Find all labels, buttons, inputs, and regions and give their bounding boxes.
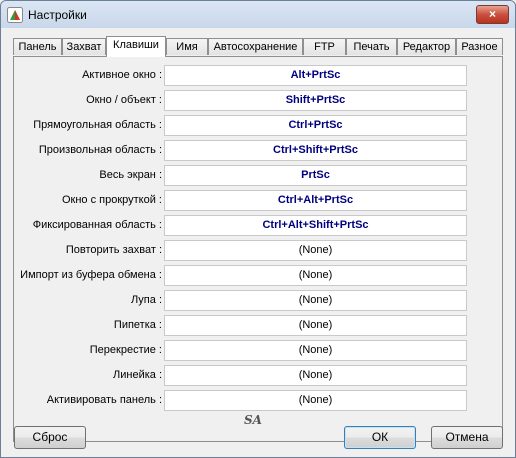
hotkey-label: Лупа : <box>130 294 162 306</box>
hotkey-label: Активное окно : <box>82 69 162 81</box>
tab-capture[interactable]: Захват <box>62 38 106 55</box>
hotkey-field[interactable]: (None) <box>164 240 467 261</box>
title-bar[interactable]: Настройки × <box>1 1 515 28</box>
hotkey-field[interactable]: Ctrl+Alt+PrtSc <box>164 190 467 211</box>
tab-autosave[interactable]: Автосохранение <box>208 38 303 55</box>
tab-label: Автосохранение <box>213 41 298 53</box>
hotkey-row: Активировать панель : (None) <box>14 389 502 412</box>
tab-label: FTP <box>314 41 335 53</box>
hotkey-row: Окно / объект : Shift+PrtSc <box>14 89 502 112</box>
hotkey-label: Весь экран : <box>99 169 162 181</box>
window-title: Настройки <box>28 8 87 22</box>
hotkey-field[interactable]: Ctrl+Shift+PrtSc <box>164 140 467 161</box>
tab-label: Клавиши <box>113 39 159 51</box>
dialog-body: Панель Захват Клавиши Имя Автосохранение… <box>8 29 508 451</box>
hotkey-row: Пипетка : (None) <box>14 314 502 337</box>
tab-print[interactable]: Печать <box>346 38 397 55</box>
hotkey-label: Окно / объект : <box>86 94 162 106</box>
hotkey-field[interactable]: (None) <box>164 290 467 311</box>
hotkey-row: Лупа : (None) <box>14 289 502 312</box>
hotkey-row: Активное окно : Alt+PrtSc <box>14 64 502 87</box>
tab-label: Панель <box>18 41 57 53</box>
footer-logo: SA <box>244 413 262 427</box>
cancel-button[interactable]: Отмена <box>431 426 503 449</box>
tab-editor[interactable]: Редактор <box>397 38 456 55</box>
close-button[interactable]: × <box>476 5 509 24</box>
hotkey-row: Окно с прокруткой : Ctrl+Alt+PrtSc <box>14 189 502 212</box>
hotkey-label: Повторить захват : <box>65 244 162 256</box>
hotkey-label: Фиксированная область : <box>32 219 162 231</box>
hotkey-field[interactable]: (None) <box>164 315 467 336</box>
hotkey-label: Произвольная область : <box>38 144 162 156</box>
hotkey-row: Фиксированная область : Ctrl+Alt+Shift+P… <box>14 214 502 237</box>
hotkey-field[interactable]: (None) <box>164 265 467 286</box>
app-icon <box>7 7 23 23</box>
tab-label: Имя <box>176 41 198 53</box>
hotkey-label: Окно с прокруткой : <box>61 194 162 206</box>
hotkey-label: Активировать панель : <box>46 394 162 406</box>
hotkey-field[interactable]: Ctrl+PrtSc <box>164 115 467 136</box>
tab-misc[interactable]: Разное <box>456 38 503 55</box>
reset-button[interactable]: Сброс <box>14 426 86 449</box>
hotkey-field[interactable]: Alt+PrtSc <box>164 65 467 86</box>
tab-ftp[interactable]: FTP <box>303 38 346 55</box>
hotkey-field[interactable]: (None) <box>164 390 467 411</box>
close-icon: × <box>488 7 496 21</box>
tab-label: Разное <box>461 41 498 53</box>
hotkey-row: Произвольная область : Ctrl+Shift+PrtSc <box>14 139 502 162</box>
hotkey-field[interactable]: (None) <box>164 340 467 361</box>
hotkey-field[interactable]: Ctrl+Alt+Shift+PrtSc <box>164 215 467 236</box>
tab-panel[interactable]: Панель <box>13 38 62 55</box>
hotkey-label: Пипетка : <box>113 319 162 331</box>
hotkey-row: Импорт из буфера обмена : (None) <box>14 264 502 287</box>
hotkey-label: Прямоугольная область : <box>33 119 162 131</box>
hotkey-row: Линейка : (None) <box>14 364 502 387</box>
hotkey-row: Прямоугольная область : Ctrl+PrtSc <box>14 114 502 137</box>
tab-label: Редактор <box>402 41 451 53</box>
tab-label: Печать <box>353 41 390 53</box>
ok-button[interactable]: ОК <box>344 426 416 449</box>
tab-name[interactable]: Имя <box>166 38 208 55</box>
hotkey-label: Импорт из буфера обмена : <box>20 269 162 281</box>
hotkey-field[interactable]: Shift+PrtSc <box>164 90 467 111</box>
hotkey-row: Перекрестие : (None) <box>14 339 502 362</box>
hotkey-label: Перекрестие : <box>89 344 162 356</box>
hotkeys-panel: Активное окно : Alt+PrtSc Окно / объект … <box>13 56 503 442</box>
hotkey-label: Линейка : <box>113 369 162 381</box>
settings-dialog: Настройки × Панель Захват Клавиши Имя Ав… <box>0 0 516 458</box>
hotkey-row: Весь экран : PrtSc <box>14 164 502 187</box>
tab-hotkeys[interactable]: Клавиши <box>106 36 166 57</box>
hotkey-field[interactable]: PrtSc <box>164 165 467 186</box>
hotkey-row: Повторить захват : (None) <box>14 239 502 262</box>
tab-label: Захват <box>66 41 102 53</box>
hotkey-field[interactable]: (None) <box>164 365 467 386</box>
